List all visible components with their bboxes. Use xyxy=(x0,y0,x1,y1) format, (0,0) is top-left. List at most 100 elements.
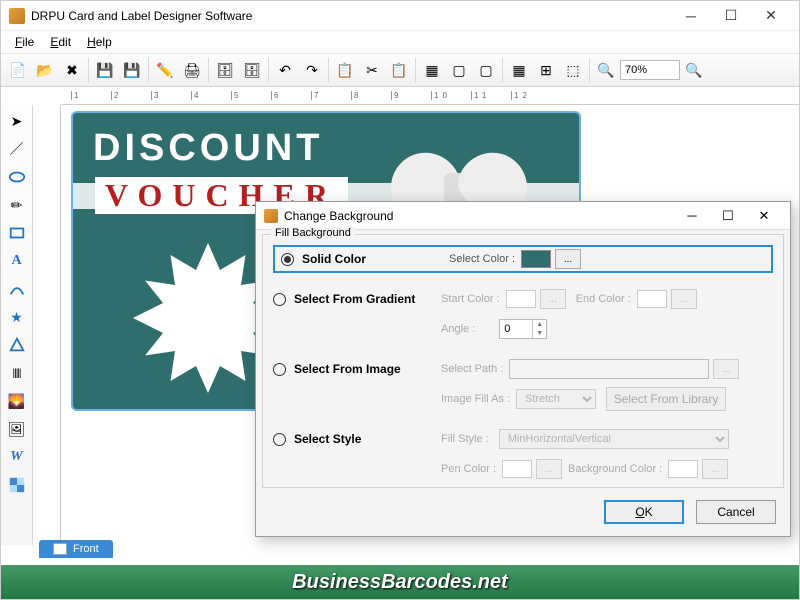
pattern-tool-icon[interactable] xyxy=(5,473,29,497)
save-icon[interactable]: 💾 xyxy=(92,57,118,83)
card-text-discount[interactable]: DISCOUNT xyxy=(93,127,323,170)
image-row: Select From Image Select Path : ... xyxy=(273,355,773,383)
select-all-icon[interactable]: ⬚ xyxy=(560,57,586,83)
paste-icon[interactable]: 📋 xyxy=(386,57,412,83)
tab-front-label: Front xyxy=(73,543,99,555)
start-color-swatch xyxy=(506,290,536,308)
group2-icon[interactable]: ▢ xyxy=(473,57,499,83)
wordart-tool-icon[interactable]: W xyxy=(5,445,29,469)
menu-bar: File Edit Help xyxy=(1,31,799,53)
new-icon[interactable]: 📄 xyxy=(5,57,31,83)
solid-color-swatch[interactable] xyxy=(521,250,551,268)
radio-image[interactable]: Select From Image xyxy=(273,362,441,376)
app-title: DRPU Card and Label Designer Software xyxy=(31,9,671,23)
gradient-angle-row: Angle : 0 ▲▼ xyxy=(273,315,773,343)
maximize-button[interactable]: ☐ xyxy=(711,1,751,31)
select-color-label: Select Color : xyxy=(449,253,515,265)
save-as-icon[interactable]: 💾 xyxy=(119,57,145,83)
image-tool-icon[interactable]: 🌄 xyxy=(5,389,29,413)
image-fill-as-combo: Stretch xyxy=(516,389,596,409)
page-icon xyxy=(53,543,67,555)
print-icon[interactable]: 🖨 xyxy=(179,57,205,83)
end-color-label: End Color : xyxy=(576,293,631,305)
pen-color-label: Pen Color : xyxy=(441,463,496,475)
edit-icon[interactable]: ✏️ xyxy=(152,57,178,83)
main-toolbar: 📄 📂 ✖ 💾 💾 ✏️ 🖨 🗄 🗄 ↶ ↷ 📋 ✂ 📋 ▦ ▢ ▢ ▦ ⊞ ⬚… xyxy=(1,53,799,87)
radio-style-label: Select Style xyxy=(294,432,361,446)
line-tool-icon[interactable]: ／ xyxy=(5,137,29,161)
zoom-combo[interactable] xyxy=(620,60,680,80)
menu-help[interactable]: Help xyxy=(79,33,120,51)
ellipse-tool-icon[interactable] xyxy=(5,165,29,189)
fill-style-combo: MinHorizontalVertical xyxy=(499,429,729,449)
star-tool-icon[interactable]: ★ xyxy=(5,305,29,329)
watermark-text: BusinessBarcodes.net xyxy=(292,571,508,594)
page-tabs: Front xyxy=(39,535,113,563)
pen-color-swatch xyxy=(502,460,532,478)
ruler-horizontal: 123456789101112 xyxy=(61,87,799,105)
radio-image-label: Select From Image xyxy=(294,362,401,376)
select-from-library-button: Select From Library xyxy=(606,387,726,411)
copy-icon[interactable]: 📋 xyxy=(332,57,358,83)
align-icon[interactable]: ▦ xyxy=(419,57,445,83)
pointer-tool-icon[interactable]: ➤ xyxy=(5,109,29,133)
menu-edit[interactable]: Edit xyxy=(42,33,79,51)
zoom-out-icon[interactable]: 🔍 xyxy=(681,57,707,83)
menu-file[interactable]: File xyxy=(7,33,42,51)
image-fill-as-label: Image Fill As : xyxy=(441,393,510,405)
radio-style[interactable]: Select Style xyxy=(273,432,441,446)
group-icon[interactable]: ▢ xyxy=(446,57,472,83)
cut-icon[interactable]: ✂ xyxy=(359,57,385,83)
dialog-maximize-button[interactable]: ☐ xyxy=(710,202,746,230)
window-titlebar: DRPU Card and Label Designer Software ─ … xyxy=(1,1,799,31)
ok-button[interactable]: OK xyxy=(604,500,684,524)
dialog-minimize-button[interactable]: ─ xyxy=(674,202,710,230)
app-icon xyxy=(9,8,25,24)
dialog-title: Change Background xyxy=(284,209,674,223)
angle-spinner: 0 ▲▼ xyxy=(499,319,547,339)
undo-icon[interactable]: ↶ xyxy=(272,57,298,83)
image-path-input xyxy=(509,359,709,379)
style-row: Select Style Fill Style : MinHorizontalV… xyxy=(273,425,773,453)
grid-icon[interactable]: ▦ xyxy=(506,57,532,83)
zoom-in-icon[interactable]: 🔍 xyxy=(593,57,619,83)
dialog-close-button[interactable]: ✕ xyxy=(746,202,782,230)
pencil-tool-icon[interactable]: ✏ xyxy=(5,193,29,217)
bg-color-swatch xyxy=(668,460,698,478)
solid-color-browse-button[interactable]: ... xyxy=(555,249,581,269)
angle-value: 0 xyxy=(504,323,510,335)
bg-color-browse-button: ... xyxy=(702,459,728,479)
rectangle-tool-icon[interactable] xyxy=(5,221,29,245)
redo-icon[interactable]: ↷ xyxy=(299,57,325,83)
library-tool-icon[interactable]: 🖼 xyxy=(5,417,29,441)
start-color-label: Start Color : xyxy=(441,293,500,305)
radio-solid-color[interactable]: Solid Color xyxy=(281,252,449,266)
triangle-tool-icon[interactable] xyxy=(5,333,29,357)
radio-solid-color-label: Solid Color xyxy=(302,252,366,266)
database-icon[interactable]: 🗄 xyxy=(212,57,238,83)
close-file-icon[interactable]: ✖ xyxy=(59,57,85,83)
ruler-vertical xyxy=(33,105,61,545)
pen-color-browse-button: ... xyxy=(536,459,562,479)
snap-icon[interactable]: ⊞ xyxy=(533,57,559,83)
watermark-footer: BusinessBarcodes.net xyxy=(1,565,799,599)
export-db-icon[interactable]: 🗄 xyxy=(239,57,265,83)
end-color-browse-button: ... xyxy=(671,289,697,309)
left-tool-panel: ➤ ／ ✏ A ★ ||||| 🌄 🖼 W xyxy=(1,105,33,545)
dialog-titlebar[interactable]: Change Background ─ ☐ ✕ xyxy=(256,202,790,230)
select-path-label: Select Path : xyxy=(441,363,503,375)
radio-gradient-label: Select From Gradient xyxy=(294,292,415,306)
image-path-browse-button: ... xyxy=(713,359,739,379)
arc-tool-icon[interactable] xyxy=(5,277,29,301)
open-icon[interactable]: 📂 xyxy=(32,57,58,83)
group-label: Fill Background xyxy=(271,227,355,239)
text-tool-icon[interactable]: A xyxy=(5,249,29,273)
angle-label: Angle : xyxy=(441,323,475,335)
barcode-tool-icon[interactable]: ||||| xyxy=(5,361,29,385)
radio-gradient[interactable]: Select From Gradient xyxy=(273,292,441,306)
tab-front[interactable]: Front xyxy=(39,540,113,558)
close-button[interactable]: ✕ xyxy=(751,1,791,31)
chevron-down-icon: ▼ xyxy=(533,329,546,338)
minimize-button[interactable]: ─ xyxy=(671,1,711,31)
cancel-button[interactable]: Cancel xyxy=(696,500,776,524)
